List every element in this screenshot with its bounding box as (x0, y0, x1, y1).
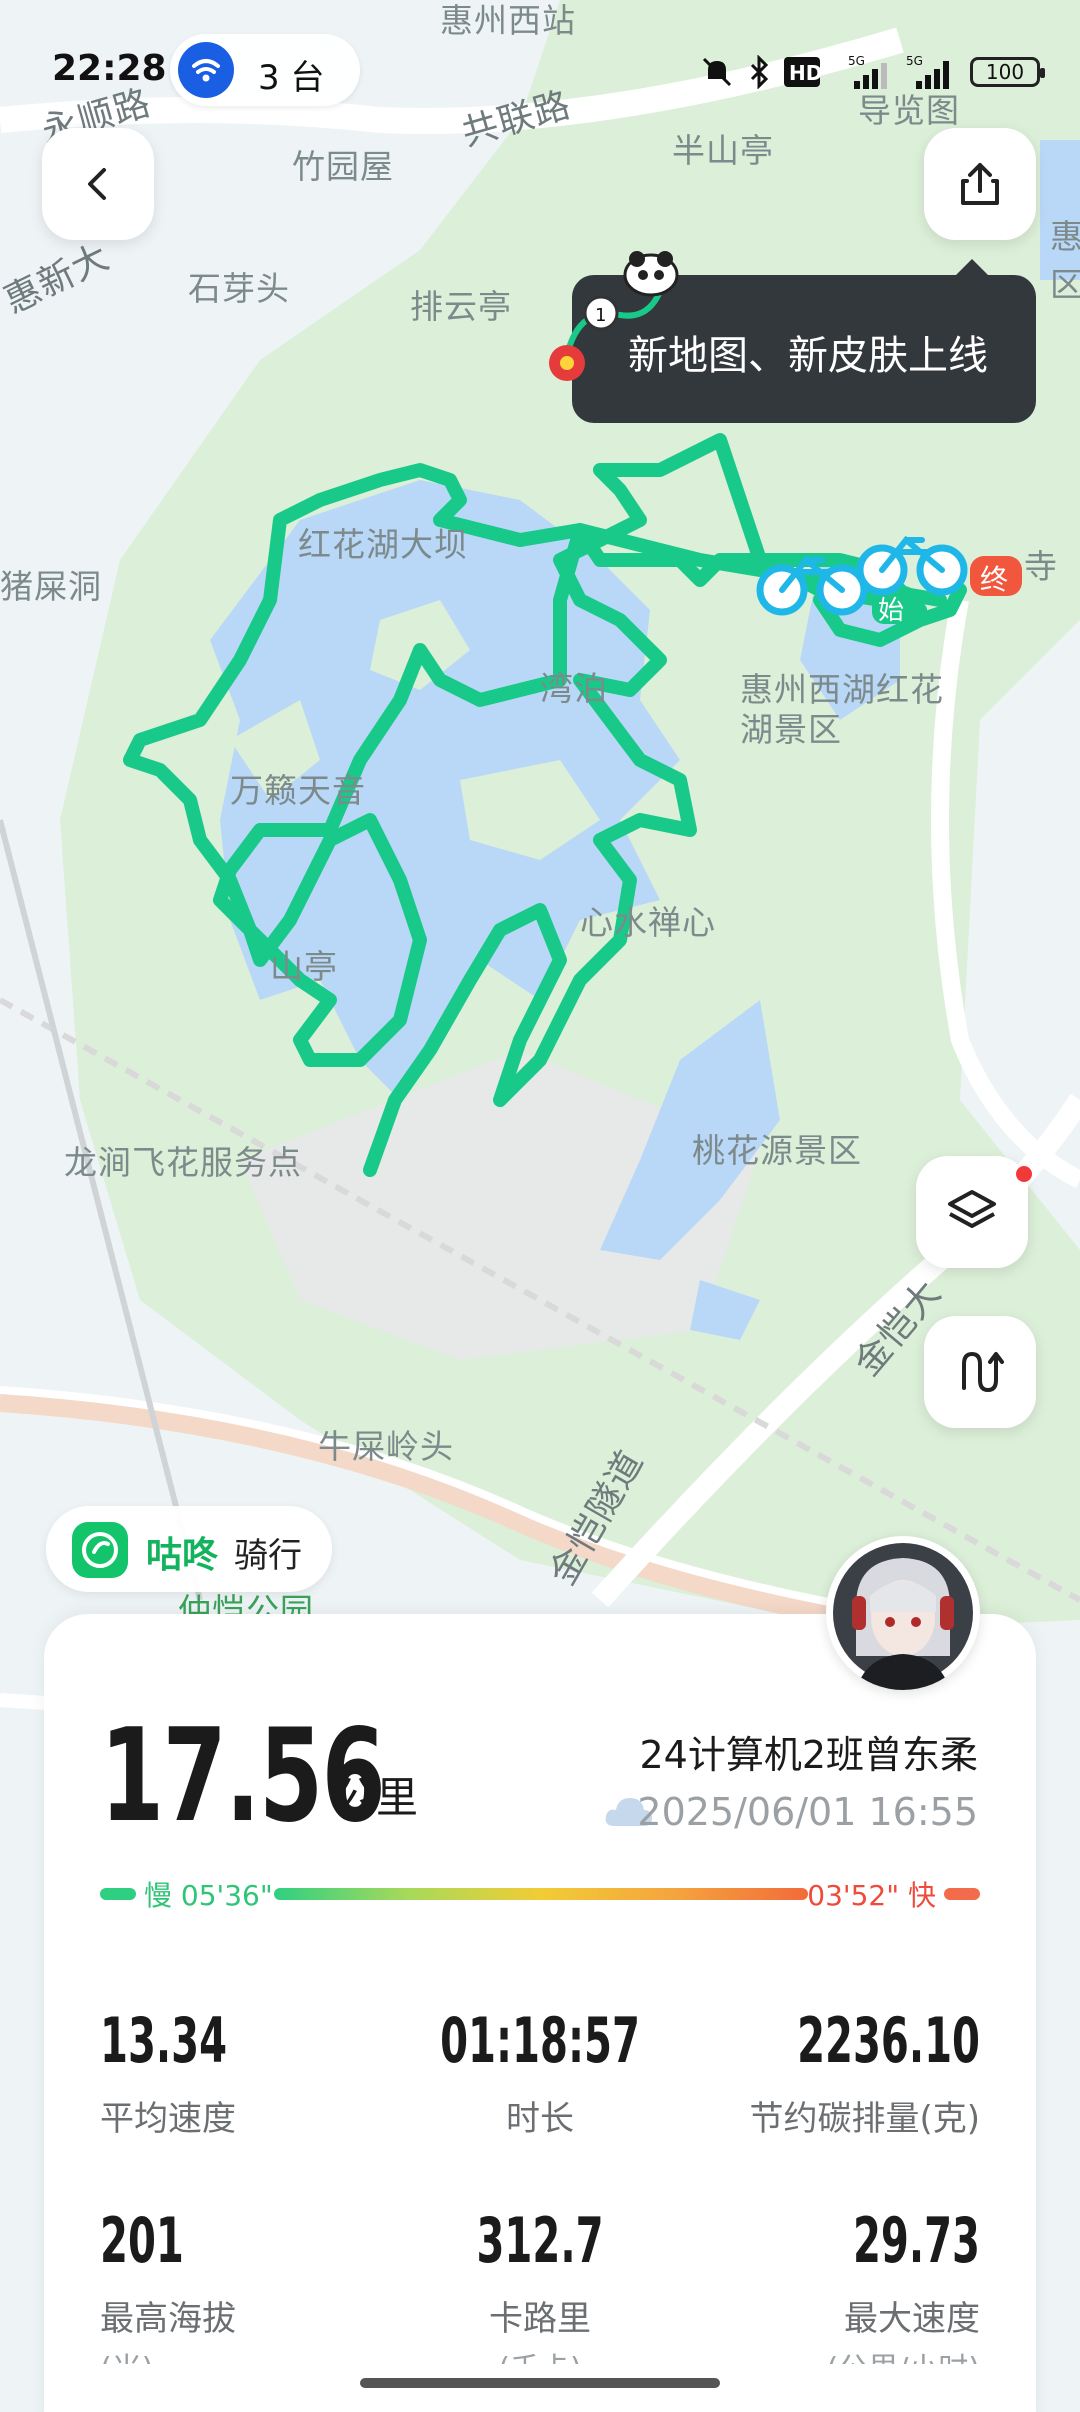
map-label: 竹园屋 (292, 147, 394, 186)
brand-chip: 咕咚 骑行 (46, 1506, 332, 1592)
map-label: 龙涧飞花服务点 (64, 1143, 302, 1182)
map-label: 湾泊 (540, 669, 608, 708)
map-label: 石芽头 (188, 269, 290, 308)
stat-duration: 01:18:57 时长 (380, 2004, 700, 2140)
map-label: 红花湖大坝 (298, 525, 468, 564)
stat-value: 2236.10 (797, 2004, 980, 2077)
rider-name: 24计算机2班曾东柔 (639, 1733, 978, 1777)
stat-label: 时长 (506, 2099, 574, 2139)
distance-unit: 公里 (334, 1773, 419, 1822)
slow-pace-dot (100, 1888, 136, 1900)
start-marker-label: 始 (878, 596, 905, 626)
stat-max-speed: 29.73 最大速度 (公里/小时) (660, 2204, 980, 2364)
stat-avg-speed: 13.34 平均速度 (100, 2004, 420, 2140)
pace-legend: 慢 05'36" 03'52" 快 (100, 1872, 980, 1916)
stat-label: 最大速度 (844, 2299, 980, 2339)
status-icons: HD 5G 5G 100 (700, 52, 1045, 92)
signal-5g-icon: 5G (848, 55, 887, 89)
hotspot-indicator[interactable]: 3 台 (170, 34, 360, 106)
slow-pace-label: 慢 05'36" (144, 1879, 273, 1912)
stat-carbon-saved: 2236.10 节约碳排量(克) (660, 2004, 980, 2140)
hotspot-count: 3 台 (258, 58, 325, 98)
ride-datetime: 2025/06/01 16:55 (637, 1790, 978, 1834)
stat-value: 312.7 (476, 2204, 604, 2277)
stat-value: 29.73 (852, 2204, 980, 2277)
svg-text:5G: 5G (906, 55, 923, 68)
hd-icon: HD (784, 57, 822, 87)
notification-dot (1016, 1166, 1032, 1182)
signal-5g-icon: 5G (906, 55, 949, 89)
stat-label: 卡路里 (489, 2299, 591, 2339)
stat-max-altitude: 201 最高海拔 (米) (100, 2204, 420, 2364)
map-label: 寺 (1024, 547, 1058, 586)
map-label: 惠区 (1050, 217, 1080, 304)
stat-calories: 312.7 卡路里 (千卡) (380, 2204, 700, 2364)
map-label: 万籁天音 (230, 771, 366, 810)
battery-icon: 100 (970, 57, 1045, 87)
status-bar: 22:28 3 台 HD 5G 5G 100 (0, 0, 1080, 140)
codoon-logo-icon (72, 1522, 128, 1578)
stat-value: 01:18:57 (440, 2004, 640, 2077)
map-label: 桃花源景区 (692, 1131, 862, 1170)
svg-text:1: 1 (595, 305, 606, 326)
layers-icon (948, 1190, 996, 1228)
map-label: 猪屎洞 (0, 567, 102, 606)
route-button[interactable] (924, 1316, 1036, 1428)
stat-unit: (公里/小时) (660, 2344, 980, 2364)
stat-label: 最高海拔 (100, 2299, 236, 2339)
fast-pace-label: 03'52" 快 (807, 1879, 936, 1912)
stat-value: 13.34 (100, 2004, 228, 2077)
stat-label: 节约碳排量(克) (749, 2099, 980, 2139)
stat-label: 平均速度 (100, 2099, 236, 2139)
stat-value: 201 (100, 2204, 184, 2277)
route-icon (962, 1351, 1004, 1393)
stat-unit: (米) (100, 2344, 420, 2364)
map-label: 牛屎岭头 (318, 1427, 454, 1466)
user-avatar[interactable] (826, 1536, 980, 1690)
brand-name: 咕咚 (146, 1535, 219, 1576)
svg-text:HD: HD (789, 61, 822, 85)
mute-icon (702, 57, 732, 87)
activity-type: 骑行 (234, 1536, 302, 1576)
status-time: 22:28 (52, 48, 167, 89)
home-indicator[interactable] (360, 2378, 720, 2388)
wifi-hotspot-icon (178, 42, 234, 98)
fast-pace-dot (944, 1888, 980, 1900)
pace-gradient-bar (274, 1888, 808, 1900)
back-button[interactable] (42, 128, 154, 240)
back-icon (88, 168, 106, 200)
end-marker-label: 终 (980, 563, 1009, 596)
ride-summary-panel: 17.56 公里 24计算机2班曾东柔 2025/06/01 16:55 慢 0… (44, 1614, 1036, 2412)
share-icon (961, 163, 999, 205)
map-label: 排云亭 (410, 287, 512, 326)
map-label: 心水禅心 (580, 903, 716, 942)
share-button[interactable] (924, 128, 1036, 240)
panda-flower-icon: 1 (549, 251, 679, 381)
bluetooth-icon (750, 55, 769, 89)
layers-button[interactable] (916, 1156, 1028, 1268)
map-label: 惠州西湖红花湖景区 (740, 670, 944, 749)
stat-unit: (千卡) (380, 2344, 700, 2364)
svg-text:5G: 5G (848, 55, 865, 68)
map-label: 山亭 (270, 947, 338, 986)
